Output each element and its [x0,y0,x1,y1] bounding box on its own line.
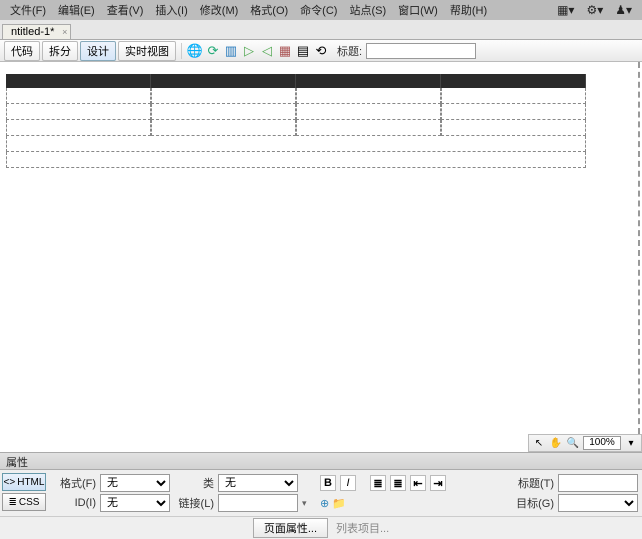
target-label: 目标(G) [510,495,554,511]
menu-file[interactable]: 文件(F) [4,2,52,18]
title-label: 标题: [337,43,362,59]
properties-panel-header[interactable]: 属性 [0,452,642,470]
page-properties-button[interactable]: 页面属性... [253,518,328,538]
zoom-bar: ↖ ✋ 🔍 100% ▾ [528,434,642,452]
italic-button[interactable]: I [340,475,356,491]
view-split-button[interactable]: 拆分 [42,41,78,61]
close-icon[interactable]: × [62,27,67,37]
zoom-value[interactable]: 100% [583,436,621,450]
table-header-row[interactable] [6,74,586,88]
bottom-bar: 页面属性... 列表项目... [0,517,642,539]
format-label: 格式(F) [52,475,96,491]
page-icon[interactable]: ▥ [223,43,239,59]
folder-icon[interactable]: 📁 [332,497,346,510]
table-element[interactable] [6,74,586,168]
document-toolbar: 代码 拆分 设计 实时视图 🌐 ⟳ ▥ ▷ ◁ ▦ ▤ ⟲ 标题: [0,40,642,62]
menu-modify[interactable]: 修改(M) [194,2,245,18]
view-design-button[interactable]: 设计 [80,41,116,61]
menu-insert[interactable]: 插入(I) [149,2,193,18]
table-row[interactable] [6,104,586,120]
table-row[interactable] [6,120,586,136]
link-label: 链接(L) [174,495,214,511]
menu-window[interactable]: 窗口(W) [392,2,444,18]
globe-icon[interactable]: 🌐 [187,43,203,59]
indent-icon[interactable]: ⇥ [430,475,446,491]
ol-icon[interactable]: ≣ [390,475,406,491]
menu-format[interactable]: 格式(O) [244,2,294,18]
tab-untitled-1[interactable]: ntitled-1* × [2,24,71,39]
tab-label: ntitled-1* [11,26,54,38]
inspect-icon[interactable]: ▦ [277,43,293,59]
mode-html-button[interactable]: <> HTML [2,473,46,491]
menu-commands[interactable]: 命令(C) [294,2,343,18]
chevron-down-icon[interactable]: ▾ [302,498,316,509]
class-select[interactable]: 无 [218,474,298,492]
mode-css-button[interactable]: ≣ CSS [2,493,46,511]
zoom-icon[interactable]: 🔍 [566,436,580,450]
id-select[interactable]: 无 [100,494,170,512]
menu-edit[interactable]: 编辑(E) [52,2,101,18]
ul-icon[interactable]: ≣ [370,475,386,491]
play-left-icon[interactable]: ◁ [259,43,275,59]
table-row[interactable] [6,88,586,104]
title-prop-input[interactable] [558,474,638,492]
link-input[interactable] [218,494,298,512]
link-target-icon[interactable]: ⊕ [320,497,329,510]
menu-bar: 文件(F) 编辑(E) 查看(V) 插入(I) 修改(M) 格式(O) 命令(C… [0,0,642,20]
refresh-icon[interactable]: ⟲ [313,43,329,59]
id-label: ID(I) [52,497,96,509]
table-row[interactable] [6,136,586,152]
list-icon: ≣ [9,497,17,508]
title-input[interactable] [366,43,476,59]
bold-button[interactable]: B [320,475,336,491]
class-label: 类 [174,475,214,491]
target-select[interactable] [558,494,638,512]
play-right-icon[interactable]: ▷ [241,43,257,59]
grid-icon[interactable]: ▤ [295,43,311,59]
format-select[interactable]: 无 [100,474,170,492]
code-icon: <> [4,477,16,488]
title-prop-label: 标题(T) [510,475,554,491]
document-tabs: ntitled-1* × [0,20,642,40]
layout-icon[interactable]: ▦▾ [551,3,580,17]
user-icon[interactable]: ♟▾ [609,3,638,17]
menu-view[interactable]: 查看(V) [101,2,150,18]
list-item-button: 列表项目... [336,520,389,536]
hand-icon[interactable]: ✋ [549,436,563,450]
menu-help[interactable]: 帮助(H) [444,2,493,18]
pointer-icon[interactable]: ↖ [532,436,546,450]
table-row[interactable] [6,152,586,168]
properties-panel: <> HTML ≣ CSS 格式(F) 无 类 无 B I ≣ ≣ ⇤ ⇥ 标题… [0,470,642,517]
chevron-down-icon[interactable]: ▾ [624,436,638,450]
view-live-button[interactable]: 实时视图 [118,41,176,61]
outdent-icon[interactable]: ⇤ [410,475,426,491]
refresh-arrows-icon[interactable]: ⟳ [205,43,221,59]
gear-icon[interactable]: ⚙▾ [580,3,609,17]
menu-site[interactable]: 站点(S) [343,2,392,18]
design-canvas[interactable] [0,62,642,434]
view-code-button[interactable]: 代码 [4,41,40,61]
